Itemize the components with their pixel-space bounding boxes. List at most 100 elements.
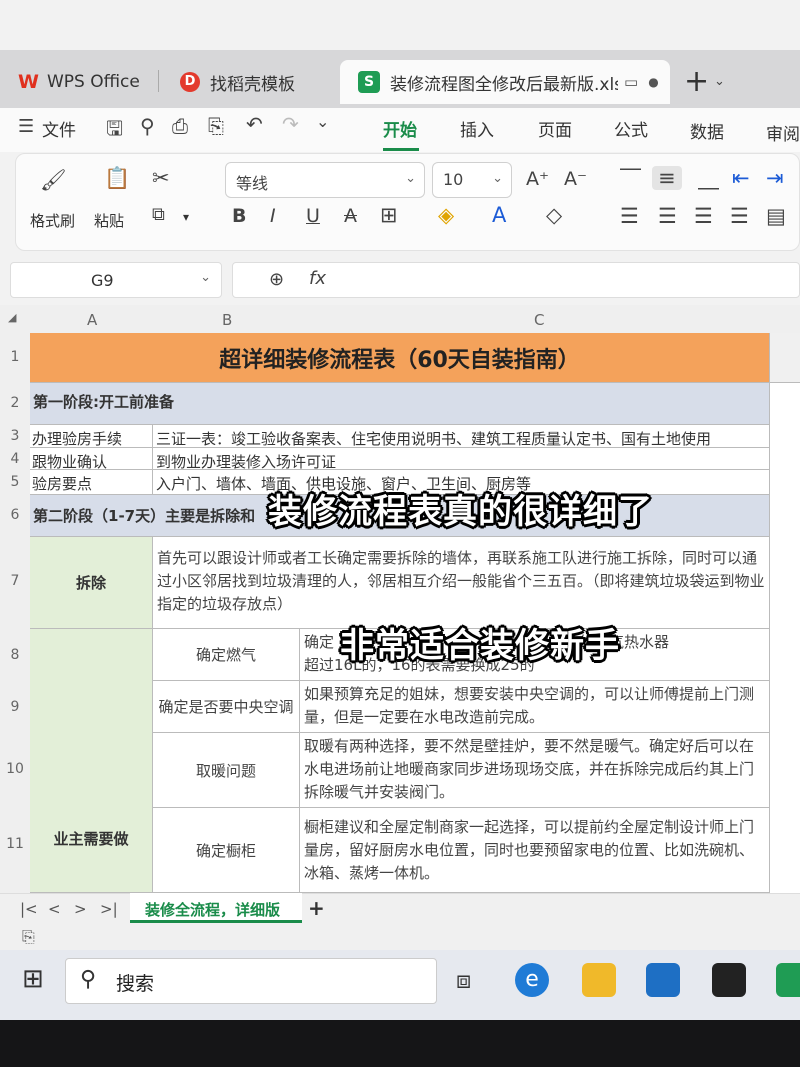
font-size-select[interactable]: 10 ⌄ xyxy=(432,162,512,198)
column-header-c[interactable]: C xyxy=(534,311,544,329)
print-icon[interactable]: ⎙ xyxy=(172,114,188,138)
tab-wps-office[interactable]: W WPS Office xyxy=(18,60,140,104)
share-icon[interactable]: ⚲ xyxy=(140,114,155,138)
value-cell[interactable]: 三证一表：竣工验收备案表、住宅使用说明书、建筑工程质量认定书、国有土地使用 xyxy=(153,425,770,448)
macro-icon[interactable]: ⎘ xyxy=(22,927,35,947)
row-header[interactable]: 2 xyxy=(0,383,30,425)
menu-page[interactable]: 页面 xyxy=(538,116,572,141)
task-view-icon[interactable]: ⧈ xyxy=(456,966,471,994)
wps-spreadsheet-taskbar-icon[interactable] xyxy=(776,963,800,997)
next-sheet-icon[interactable]: > xyxy=(74,900,87,918)
row-header[interactable]: 4 xyxy=(0,448,30,470)
chevron-down-icon[interactable]: ⌄ xyxy=(714,74,725,89)
sheet-grid[interactable]: 超详细装修流程表（60天自装指南） 第一阶段:开工前准备 办理验房手续 三证一表… xyxy=(30,333,800,893)
strikethrough-button[interactable]: A xyxy=(344,205,357,227)
demolish-label-cell[interactable]: 拆除 xyxy=(30,537,153,629)
align-bottom-icon[interactable]: ⎽ xyxy=(698,166,719,191)
fill-color-icon[interactable]: ◈ xyxy=(438,203,454,227)
hamburger-icon[interactable]: ☰ xyxy=(18,116,34,137)
menu-home[interactable]: 开始 xyxy=(383,116,417,141)
undo-icon[interactable]: ↶ xyxy=(246,112,263,136)
label-cell[interactable]: 跟物业确认 xyxy=(30,448,153,470)
row-header[interactable]: 3 xyxy=(0,425,30,448)
clear-format-icon[interactable]: ◇ xyxy=(546,203,562,227)
align-center-icon[interactable]: ☰ xyxy=(658,204,677,228)
menu-data[interactable]: 数据 xyxy=(690,118,724,143)
font-name-select[interactable]: 等线 ⌄ xyxy=(225,162,425,198)
sub-label-cell[interactable]: 确定燃气 xyxy=(153,629,300,681)
zoom-formula-icon[interactable]: ⊕ xyxy=(269,269,284,290)
demolish-text-cell[interactable]: 首先可以跟设计师或者工长确定需要拆除的墙体，再联系施工队进行施工拆除，同时可以通… xyxy=(153,537,770,629)
mail-icon[interactable] xyxy=(646,963,680,997)
file-explorer-icon[interactable] xyxy=(582,963,616,997)
menu-file[interactable]: 文件 xyxy=(42,116,76,141)
select-all-corner[interactable]: ◢ xyxy=(8,311,16,324)
windows-start-icon[interactable]: ⊞ xyxy=(22,964,44,994)
row-header[interactable]: 6 xyxy=(0,495,30,537)
sub-label-cell[interactable]: 取暖问题 xyxy=(153,733,300,808)
copy-dropdown-icon[interactable]: ▾ xyxy=(183,210,189,224)
sheet-tab-active[interactable]: 装修全流程，详细版 xyxy=(130,893,302,923)
underline-button[interactable]: U xyxy=(306,205,320,227)
new-tab-button[interactable]: + xyxy=(684,64,709,99)
sheet-title-cell[interactable]: 超详细装修流程表（60天自装指南） xyxy=(30,333,770,383)
value-cell[interactable]: 到物业办理装修入场许可证 xyxy=(153,448,770,470)
bold-button[interactable]: B xyxy=(232,205,246,227)
format-painter-icon[interactable]: 🖌 xyxy=(40,168,67,193)
align-right-icon[interactable]: ☰ xyxy=(694,204,713,228)
decrease-font-icon[interactable]: A⁻ xyxy=(564,168,587,190)
row-header[interactable]: 8 xyxy=(0,629,30,681)
prev-sheet-icon[interactable]: < xyxy=(48,900,61,918)
italic-button[interactable]: I xyxy=(270,205,276,227)
formula-input[interactable]: ⊕ fx xyxy=(232,262,800,298)
increase-indent-icon[interactable]: ⇥ xyxy=(766,166,784,190)
phase-1-cell[interactable]: 第一阶段:开工前准备 xyxy=(30,383,770,425)
format-painter-label[interactable]: 格式刷 xyxy=(30,210,75,231)
name-box[interactable]: G9 ⌄ xyxy=(10,262,222,298)
sub-label-cell[interactable]: 确定橱柜 xyxy=(153,808,300,893)
row-header[interactable]: 7 xyxy=(0,537,30,629)
tab-daoke[interactable]: D 找稻壳模板 xyxy=(180,60,295,104)
more-dropdown-icon[interactable]: ⌄ xyxy=(316,112,329,131)
edge-browser-icon[interactable]: e xyxy=(515,963,549,997)
owner-todo-cell[interactable]: 业主需要做 xyxy=(30,629,153,893)
label-cell[interactable]: 办理验房手续 xyxy=(30,425,153,448)
sub-value-cell[interactable]: 橱柜建议和全屋定制商家一起选择，可以提前约全屋定制设计师上门量房，留好厨房水电位… xyxy=(300,808,770,893)
borders-icon[interactable]: ⊞ xyxy=(380,203,398,227)
row-header[interactable]: 11 xyxy=(0,808,30,893)
decrease-indent-icon[interactable]: ⇤ xyxy=(732,166,750,190)
tab-spreadsheet[interactable]: S 装修流程图全修改后最新版.xls ▭ ● xyxy=(340,60,670,104)
align-top-icon[interactable]: ⎺ xyxy=(620,166,641,191)
row-header[interactable]: 10 xyxy=(0,733,30,808)
column-header-a[interactable]: A xyxy=(87,311,97,329)
sub-value-cell[interactable]: 如果预算充足的姐妹，想要安装中央空调的，可以让师傅提前上门测量，但是一定要在水电… xyxy=(300,681,770,733)
cut-icon[interactable]: ✂ xyxy=(152,166,170,190)
column-header-b[interactable]: B xyxy=(222,311,232,329)
align-left-icon[interactable]: ☰ xyxy=(620,204,639,228)
paste-label[interactable]: 粘贴 xyxy=(94,210,124,231)
increase-font-icon[interactable]: A⁺ xyxy=(526,168,549,190)
align-middle-icon[interactable]: ≡ xyxy=(652,166,682,190)
row-header[interactable]: 5 xyxy=(0,470,30,495)
row-header[interactable]: 1 xyxy=(0,333,30,383)
menu-formula[interactable]: 公式 xyxy=(614,116,648,141)
distributed-icon[interactable]: ▤ xyxy=(766,204,786,228)
font-color-icon[interactable]: A xyxy=(492,203,506,227)
copy-icon[interactable]: ⧉ xyxy=(152,204,165,225)
fx-icon[interactable]: fx xyxy=(309,268,326,289)
save-icon[interactable]: 🖫 xyxy=(106,114,123,148)
menu-insert[interactable]: 插入 xyxy=(460,116,494,141)
empty-cell[interactable] xyxy=(770,333,800,383)
row-header[interactable]: 9 xyxy=(0,681,30,733)
justify-icon[interactable]: ☰ xyxy=(730,204,749,228)
paste-icon[interactable]: 📋 xyxy=(104,166,130,191)
label-cell[interactable]: 验房要点 xyxy=(30,470,153,495)
add-sheet-button[interactable]: + xyxy=(308,896,325,920)
cat-app-icon[interactable] xyxy=(712,963,746,997)
last-sheet-icon[interactable]: >| xyxy=(100,900,118,918)
redo-icon[interactable]: ↷ xyxy=(282,112,299,136)
sub-value-cell[interactable]: 取暖有两种选择，要不然是壁挂炉，要不然是暖气。确定好后可以在水电进场前让地暖商家… xyxy=(300,733,770,808)
taskbar-search-box[interactable]: ⚲ 搜索 xyxy=(65,958,437,1004)
first-sheet-icon[interactable]: |< xyxy=(20,900,38,918)
sub-label-cell[interactable]: 确定是否要中央空调 xyxy=(153,681,300,733)
